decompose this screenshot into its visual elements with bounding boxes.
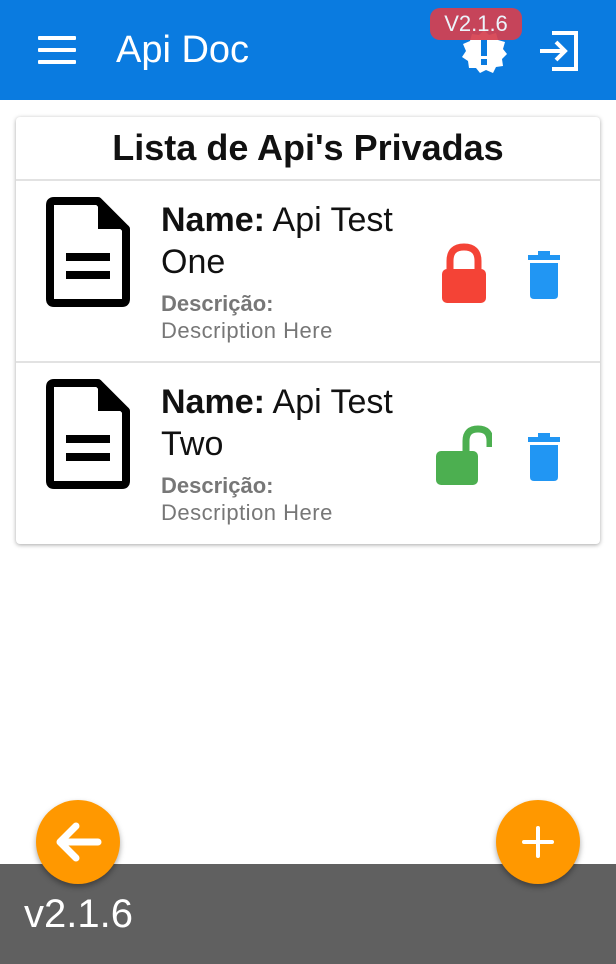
description-value: Description Here <box>161 500 333 525</box>
version-badge: V2.1.6 <box>430 8 522 40</box>
lock-closed-icon[interactable] <box>436 243 492 305</box>
api-name: Name: Api Test Two <box>161 381 431 465</box>
add-button[interactable] <box>496 800 580 884</box>
arrow-left-icon <box>56 822 102 862</box>
card-title: Lista de Api's Privadas <box>112 127 504 168</box>
plus-icon <box>522 826 554 858</box>
menu-icon[interactable] <box>38 36 78 66</box>
api-name: Name: Api Test One <box>161 199 431 283</box>
description-label: Descrição: <box>161 291 274 316</box>
logout-icon[interactable] <box>536 30 580 72</box>
api-list-item[interactable]: Name: Api Test One Descrição: Descriptio… <box>16 181 600 361</box>
app-title: Api Doc <box>116 29 250 71</box>
document-icon <box>46 379 132 489</box>
footer-version: v2.1.6 <box>24 892 133 936</box>
lock-open-icon[interactable] <box>436 425 494 487</box>
name-label: Name: <box>161 383 265 421</box>
back-button[interactable] <box>36 800 120 884</box>
document-icon <box>46 197 132 307</box>
description-value: Description Here <box>161 318 333 343</box>
trash-icon[interactable] <box>526 433 562 481</box>
private-apis-card: Lista de Api's Privadas Name: Api Test O… <box>16 117 600 544</box>
name-label: Name: <box>161 201 265 239</box>
api-list-item[interactable]: Name: Api Test Two Descrição: Descriptio… <box>16 363 600 543</box>
description-label: Descrição: <box>161 473 274 498</box>
app-bar: Api Doc V2.1.6 <box>0 0 616 100</box>
trash-icon[interactable] <box>526 251 562 299</box>
